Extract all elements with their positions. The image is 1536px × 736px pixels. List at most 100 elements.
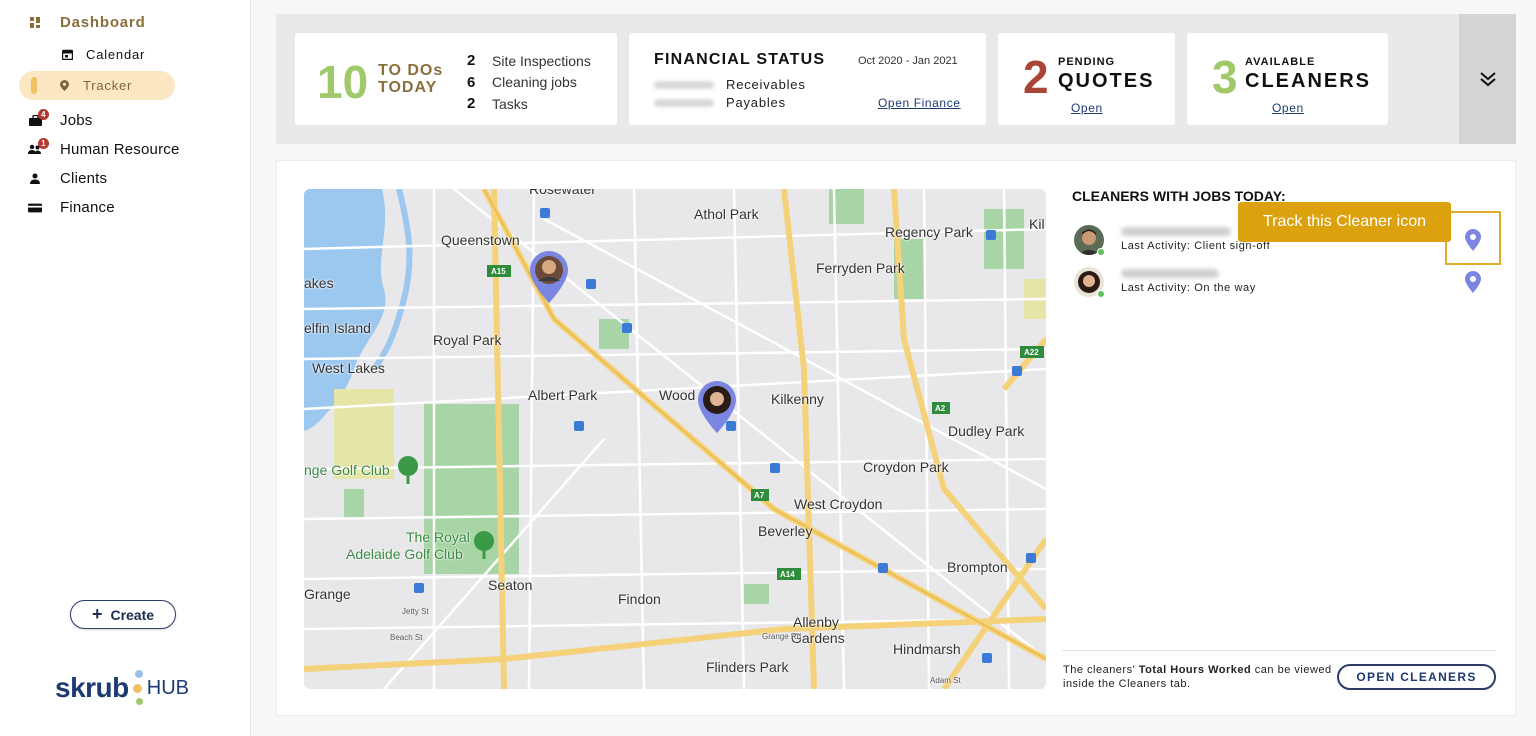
sidebar-item-clients[interactable]: Clients: [28, 170, 107, 187]
cleaner-map-marker[interactable]: [697, 381, 737, 433]
cleaners-label-small: AVAILABLE: [1245, 56, 1316, 68]
receivables-label: Receivables: [726, 77, 806, 92]
map-label: Albert Park: [528, 387, 598, 403]
map-label: Beverley: [758, 523, 813, 539]
briefcase-icon: 4: [28, 109, 49, 126]
tracker-map[interactable]: A15 A22 A2 A7 A14 Rosewater Athol Park K…: [304, 189, 1046, 689]
svg-text:A15: A15: [491, 267, 506, 276]
open-finance-link[interactable]: Open Finance: [878, 96, 961, 110]
cleaner-map-marker[interactable]: [529, 251, 569, 303]
quotes-label-big: QUOTES: [1058, 70, 1155, 92]
svg-text:A22: A22: [1024, 348, 1039, 357]
map-label: Allenby: [793, 614, 839, 630]
online-status-dot: [1097, 290, 1105, 298]
todo-card: 10 TO DOs TODAY 2 Site Inspections 6 Clean…: [295, 33, 617, 125]
cleaners-count: 3: [1212, 51, 1238, 103]
receivables-amount-redacted: [654, 80, 714, 89]
double-chevron-down-icon: [1479, 72, 1496, 87]
sidebar-item-human-resource[interactable]: 1 Human Resource: [28, 138, 180, 158]
open-cleaners-button[interactable]: OPEN CLEANERS: [1337, 664, 1496, 690]
map-label: Athol Park: [694, 206, 759, 222]
svg-text:A2: A2: [935, 404, 946, 413]
map-label: Queenstown: [441, 232, 520, 248]
receivables-row: Receivables: [654, 77, 806, 92]
create-label: Create: [110, 606, 155, 623]
cleaner-name-redacted: [1121, 269, 1219, 278]
map-road-label: Beach St: [390, 633, 423, 642]
expand-stats-button[interactable]: [1459, 14, 1516, 144]
todo-item: 2 Site Inspections: [467, 50, 591, 72]
map-label: Royal Park: [433, 332, 502, 348]
map-label: West Lakes: [312, 360, 385, 376]
todo-item-count: 2: [467, 52, 476, 70]
financial-title: FINANCIAL STATUS: [654, 51, 826, 68]
sidebar-item-label: Jobs: [60, 112, 93, 129]
sidebar-item-finance[interactable]: Finance: [28, 199, 115, 216]
svg-text:A14: A14: [780, 570, 795, 579]
track-cleaner-button[interactable]: [1462, 227, 1484, 253]
active-indicator: [31, 77, 37, 94]
credit-card-icon: [28, 203, 42, 213]
map-label: Wood: [659, 387, 696, 403]
payables-row: Payables: [654, 95, 786, 110]
quotes-count: 2: [1023, 51, 1049, 103]
todo-label-line2: TODAY: [378, 79, 438, 96]
map-label: Kil: [1029, 216, 1045, 232]
map-road-label: Jetty St: [402, 607, 429, 616]
sidebar: Dashboard Calendar Tracker 4 Jobs 1 Huma…: [0, 0, 251, 736]
map-label: West Croydon: [794, 496, 883, 512]
cleaners-label-big: CLEANERS: [1245, 70, 1372, 92]
todo-item-count: 2: [467, 95, 476, 113]
sidebar-item-label: Clients: [60, 170, 108, 187]
divider: [1062, 650, 1497, 651]
location-pin-icon: [1465, 229, 1481, 251]
sidebar-item-label: Calendar: [86, 47, 146, 62]
open-cleaners-link[interactable]: Open: [1272, 101, 1304, 115]
map-label: Croydon Park: [863, 459, 949, 475]
map-label: Seaton: [488, 577, 533, 593]
create-button[interactable]: + Create: [70, 600, 176, 629]
todo-item-count: 6: [467, 73, 476, 91]
map-label: Brompton: [947, 559, 1008, 575]
sidebar-item-tracker[interactable]: Tracker: [19, 71, 175, 100]
stats-bar: 10 TO DOs TODAY 2 Site Inspections 6 Clean…: [276, 14, 1516, 144]
todo-item-label: Cleaning jobs: [492, 74, 577, 91]
map-label: The Royal: [406, 529, 470, 545]
map-road-label: Adam St: [930, 676, 961, 685]
tracker-panel: A15 A22 A2 A7 A14 Rosewater Athol Park K…: [276, 160, 1516, 716]
open-quotes-link[interactable]: Open: [1071, 101, 1103, 115]
people-icon: 1: [28, 138, 49, 155]
online-status-dot: [1097, 248, 1105, 256]
person-icon: [28, 173, 42, 184]
todo-item: 6 Cleaning jobs: [467, 72, 591, 94]
cleaner-row[interactable]: Last Activity: On the way: [1074, 267, 1494, 303]
calendar-icon: [60, 49, 74, 60]
sidebar-item-label: Tracker: [83, 78, 133, 93]
todo-item-label: Tasks: [492, 95, 528, 112]
track-cleaner-tooltip: Track this Cleaner icon: [1238, 202, 1451, 242]
plus-icon: +: [91, 604, 103, 624]
note-text: The cleaners': [1063, 664, 1139, 676]
sidebar-item-calendar[interactable]: Calendar: [60, 47, 145, 62]
location-pin-icon: [1465, 271, 1481, 293]
todo-item: 2 Tasks: [467, 93, 591, 115]
map-label: Regency Park: [885, 224, 973, 240]
map-label: Dudley Park: [948, 423, 1025, 439]
logo-brand: skrub: [55, 672, 129, 703]
sidebar-item-dashboard[interactable]: Dashboard: [28, 14, 146, 31]
sidebar-item-jobs[interactable]: 4 Jobs: [28, 109, 93, 129]
todo-list: 2 Site Inspections 6 Cleaning jobs 2 Tasks: [467, 50, 591, 115]
logo-dots: [131, 668, 145, 708]
sidebar-item-label: Finance: [60, 199, 115, 216]
todo-item-label: Site Inspections: [492, 52, 591, 69]
hr-badge: 1: [38, 138, 49, 149]
track-cleaner-button[interactable]: [1462, 269, 1484, 295]
pending-quotes-card: 2 PENDING QUOTES Open: [998, 33, 1175, 125]
location-pin-icon: [57, 80, 71, 91]
svg-text:A7: A7: [754, 491, 765, 500]
map-label: Hindmarsh: [893, 641, 961, 657]
dashboard-icon: [28, 17, 42, 28]
hours-worked-note: The cleaners' Total Hours Worked can be …: [1063, 663, 1333, 691]
todo-label: TO DOs TODAY: [378, 62, 443, 96]
map-label: Flinders Park: [706, 659, 789, 675]
